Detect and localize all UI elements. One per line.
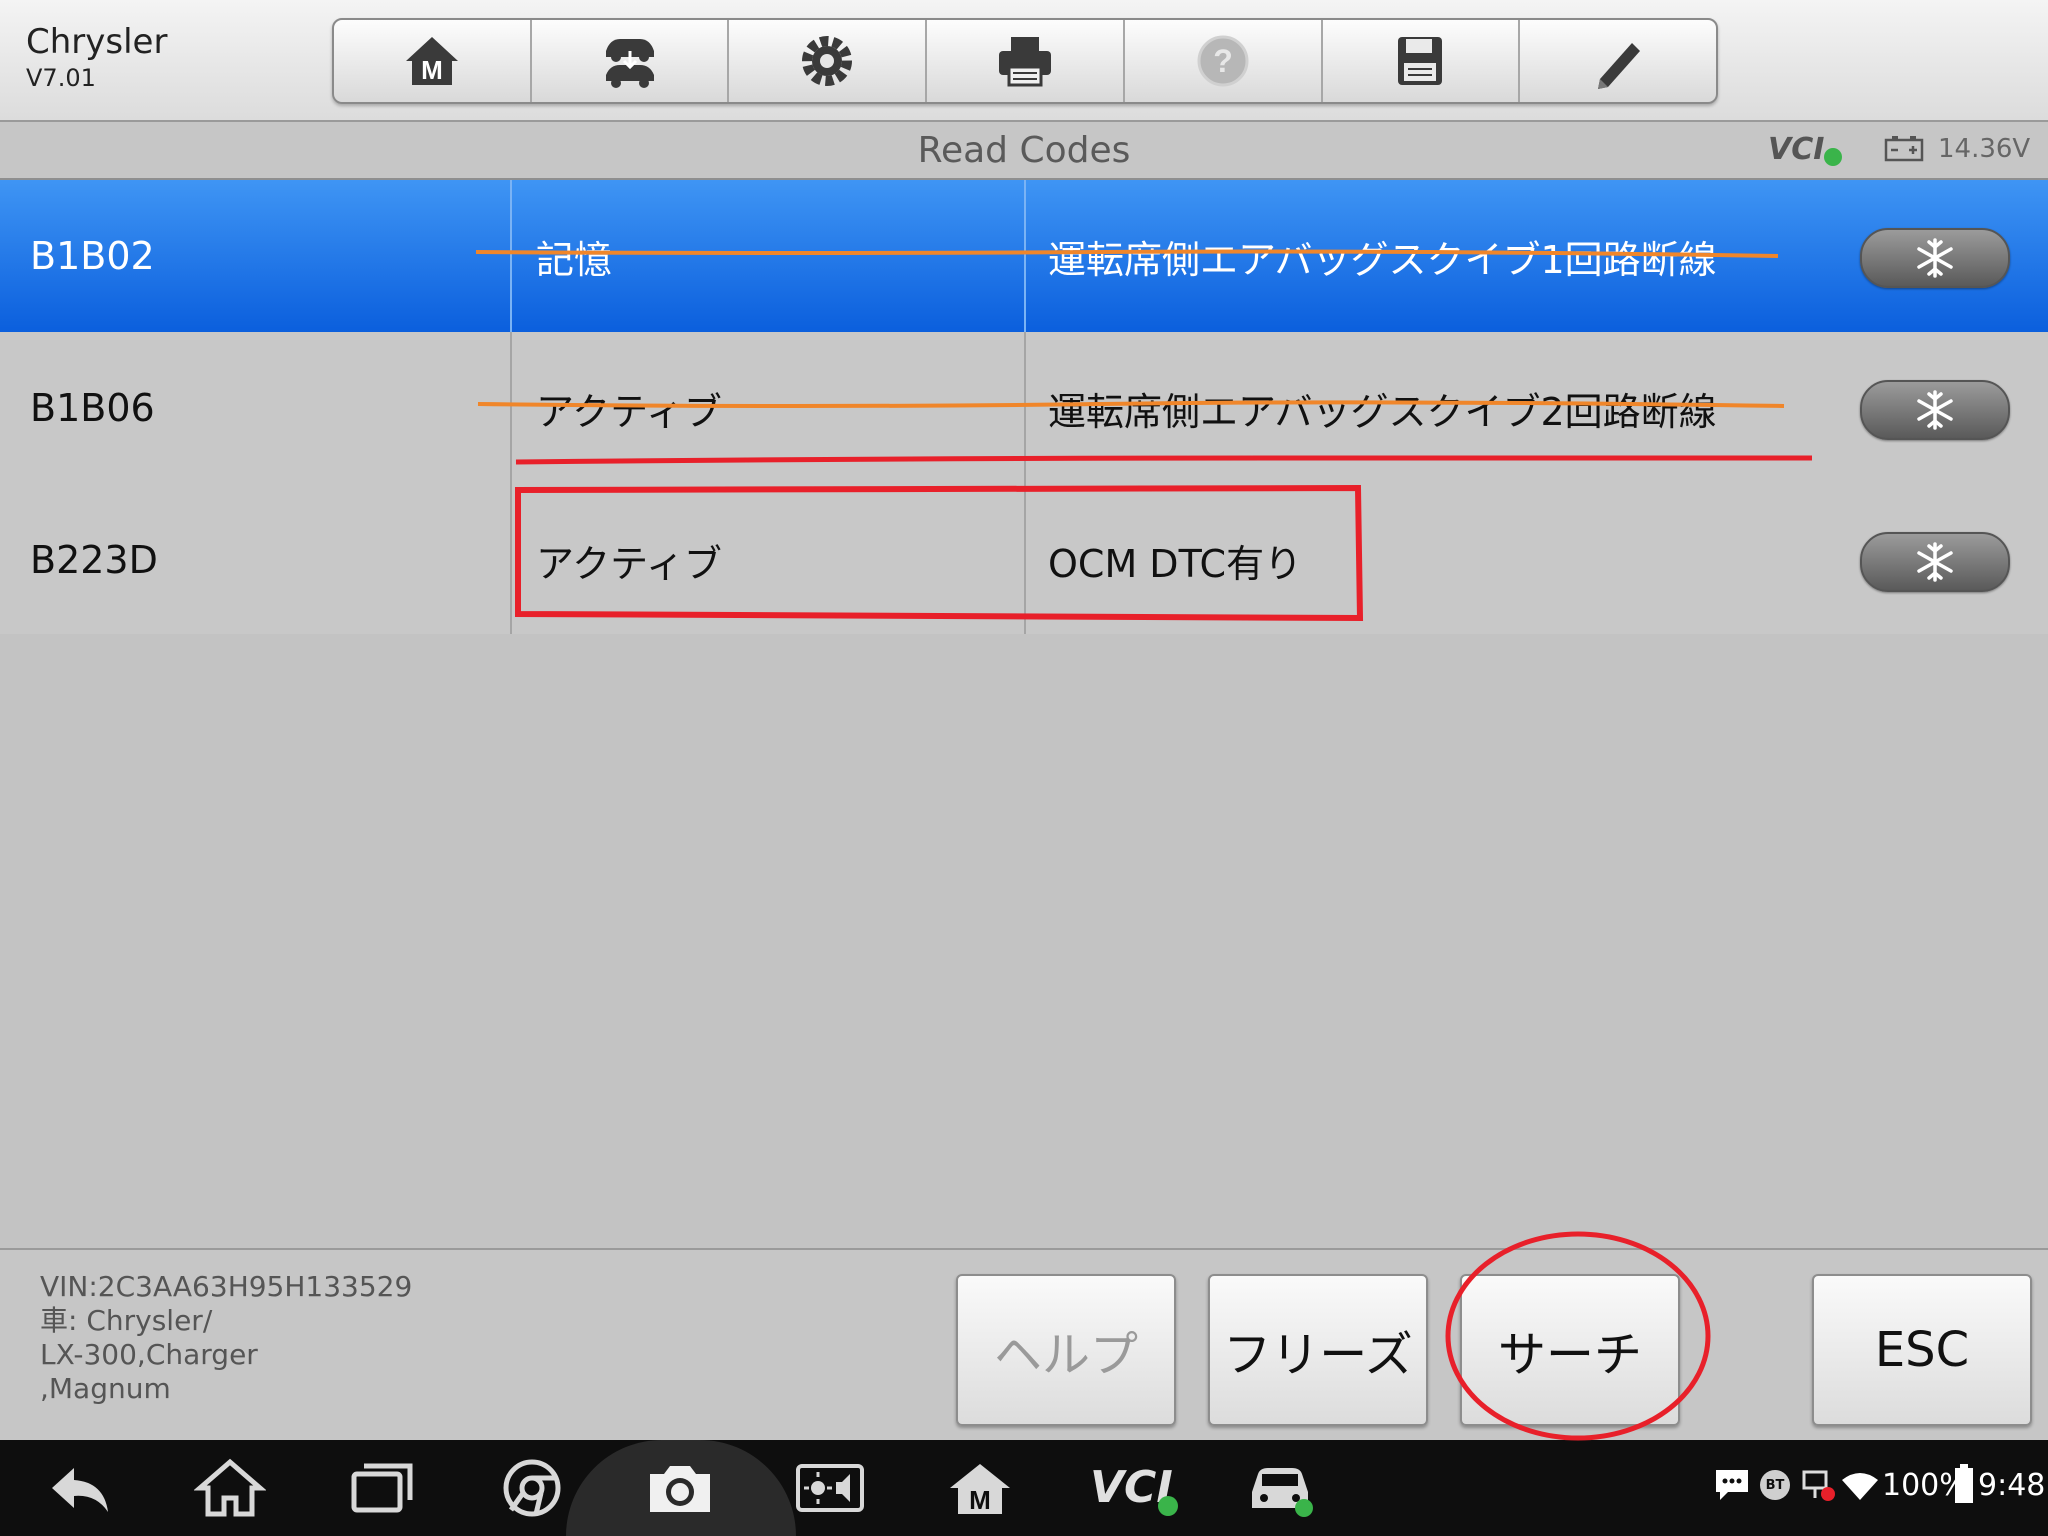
save-icon	[1398, 37, 1443, 85]
freeze-frame-button[interactable]	[1860, 228, 2010, 288]
battery-voltage: 14.36V	[1938, 134, 2031, 164]
home-m-icon: M	[405, 37, 458, 85]
save-button[interactable]	[1323, 20, 1521, 102]
dtc-code: B223D	[30, 538, 158, 582]
printer-icon	[999, 37, 1052, 87]
edit-button[interactable]	[1520, 20, 1716, 102]
footer-bar: VIN:2C3AA63H95H133529 車: Chrysler/ LX-30…	[0, 1248, 2048, 1442]
help-icon: ?	[1197, 35, 1249, 87]
vci-check-icon	[1158, 1496, 1178, 1516]
main-toolbar: M ?	[332, 18, 1718, 104]
page-title: Read Codes	[917, 130, 1131, 171]
vehicle-icon[interactable]	[1244, 1458, 1316, 1518]
battery-icon	[1955, 1464, 1973, 1503]
clock: 9:48	[1978, 1468, 2046, 1503]
freeze-frame-button[interactable]	[1860, 380, 2010, 440]
software-version: V7.01	[26, 64, 96, 92]
recent-apps-icon[interactable]	[346, 1458, 418, 1518]
vehicle-swap-button[interactable]	[532, 20, 730, 102]
vehicle-line: ,Magnum	[40, 1372, 171, 1405]
brand-block: Chrysler V7.01	[26, 22, 167, 94]
freeze-frame-button[interactable]	[1860, 532, 2010, 592]
pencil-icon	[1598, 43, 1641, 89]
battery-voltage-icon	[1884, 136, 1924, 162]
vehicle-line: LX-300,Charger	[40, 1338, 258, 1371]
table-row[interactable]: B1B06 アクティブ 運転席側エアバッグスクイブ2回路断線	[0, 332, 2048, 486]
screen-title-bar: Read Codes VCI 14.36V	[0, 122, 2048, 180]
dtc-status: 記憶	[536, 237, 613, 282]
network-icon	[1802, 1470, 1835, 1501]
home-icon[interactable]	[194, 1458, 266, 1518]
camera-icon[interactable]	[644, 1458, 716, 1518]
svg-text:M: M	[421, 55, 443, 85]
chrome-icon[interactable]	[496, 1458, 568, 1518]
print-button[interactable]	[927, 20, 1125, 102]
bluetooth-icon: BT	[1760, 1470, 1790, 1500]
esc-button[interactable]: ESC	[1812, 1274, 2032, 1426]
app-header: Chrysler V7.01 M ?	[0, 0, 2048, 122]
snowflake-icon	[1917, 542, 1953, 582]
dtc-description: 運転席側エアバッグスクイブ1回路断線	[1048, 237, 1717, 282]
dtc-code: B1B02	[30, 234, 155, 278]
vehicle-info: VIN:2C3AA63H95H133529 車: Chrysler/ LX-30…	[40, 1270, 412, 1406]
settings-button[interactable]	[729, 20, 928, 102]
dtc-description: OCM DTC有り	[1048, 541, 1303, 586]
snowflake-icon	[1917, 238, 1953, 278]
table-row[interactable]: B223D アクティブ OCM DTC有り	[0, 484, 2048, 638]
vehicle-make: Chrysler	[26, 22, 168, 62]
svg-text:M: M	[969, 1485, 991, 1515]
table-row[interactable]: B1B02 記憶 運転席側エアバッグスクイブ1回路断線	[0, 180, 2048, 334]
dtc-description: 運転席側エアバッグスクイブ2回路断線	[1048, 389, 1717, 434]
wifi-icon	[1842, 1473, 1878, 1500]
vci-status-label: VCI	[1768, 132, 1825, 167]
freeze-button[interactable]: フリーズ	[1208, 1274, 1428, 1426]
home-button[interactable]: M	[334, 20, 532, 102]
help-toolbar-button[interactable]: ?	[1125, 20, 1323, 102]
svg-text:?: ?	[1213, 43, 1233, 79]
vci-connected-icon	[1824, 148, 1842, 166]
search-button[interactable]: サーチ	[1460, 1274, 1680, 1426]
empty-list-area	[0, 634, 2048, 1248]
message-icon	[1716, 1470, 1748, 1500]
brightness-volume-icon[interactable]	[794, 1458, 866, 1518]
system-nav-bar: M VCI BT 100% 9:48	[0, 1440, 2048, 1536]
help-button[interactable]: ヘルプ	[956, 1274, 1176, 1426]
dtc-code: B1B06	[30, 386, 155, 430]
vehicle-swap-icon	[605, 39, 654, 88]
vin-text: VIN:2C3AA63H95H133529	[40, 1270, 413, 1303]
dtc-status: アクティブ	[536, 389, 722, 434]
maxisys-home-icon[interactable]: M	[944, 1458, 1016, 1518]
back-icon[interactable]	[44, 1458, 116, 1518]
snowflake-icon	[1917, 390, 1953, 430]
dtc-status: アクティブ	[536, 541, 722, 586]
gear-icon	[802, 36, 853, 86]
vehicle-line: 車: Chrysler/	[40, 1304, 213, 1337]
